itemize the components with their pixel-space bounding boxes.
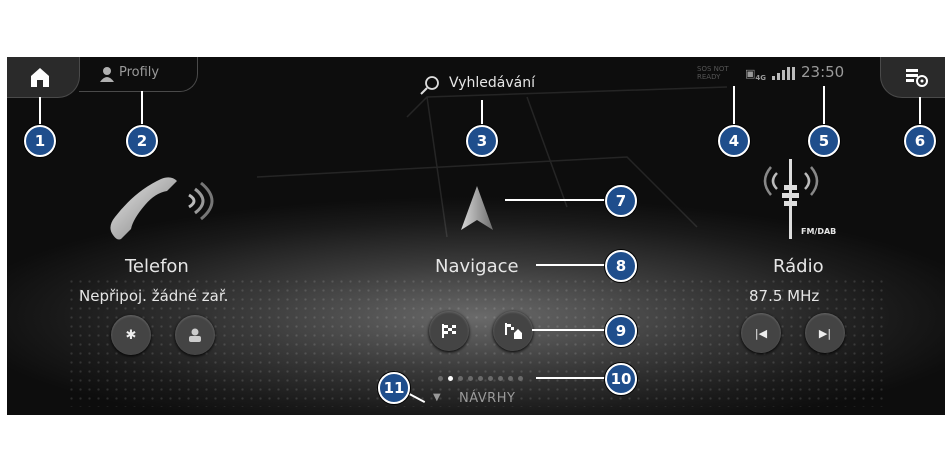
profile-icon (100, 67, 114, 82)
callout-1: 1 (24, 125, 56, 157)
callout-line (532, 329, 607, 331)
home-tab[interactable] (7, 57, 80, 98)
radio-title: Rádio (773, 256, 824, 277)
callout-4: 4 (718, 125, 750, 157)
profiles-label: Profily (119, 65, 160, 80)
page-dot (438, 376, 443, 381)
callout-10: 10 (605, 363, 637, 395)
clock: 23:50 (801, 63, 845, 81)
page-dot (458, 376, 463, 381)
previous-station-button[interactable]: |◀ (741, 313, 781, 353)
skip-back-icon: |◀ (754, 326, 768, 340)
callout-line (919, 97, 921, 127)
callout-line (823, 86, 825, 127)
page-dot-active (448, 376, 453, 381)
chevron-down-icon: ▼ (433, 392, 441, 403)
head-unit-screen: Profily Vyhledávání SOS NOT READY ▣4G 23:… (7, 57, 945, 415)
page-indicator[interactable] (438, 376, 523, 381)
phone-subtitle: Nepřipoj. žádné zař. (79, 287, 229, 305)
callout-11: 11 (378, 372, 410, 404)
settings-tab[interactable] (880, 57, 945, 98)
checkered-flag-icon (442, 324, 456, 338)
page-dot (478, 376, 483, 381)
callout-line (536, 377, 607, 379)
search-label: Vyhledávání (449, 75, 535, 91)
sos-status: SOS NOT READY (697, 65, 729, 81)
page-dot (518, 376, 523, 381)
callout-line (141, 91, 143, 127)
skip-forward-icon: ▶| (818, 326, 832, 340)
home-icon (31, 68, 49, 87)
page-dot (498, 376, 503, 381)
bluetooth-button[interactable]: ✱ (111, 315, 151, 355)
phone-title: Telefon (125, 256, 189, 277)
navigation-arrow-icon (461, 186, 493, 230)
page-dot (508, 376, 513, 381)
callout-6: 6 (904, 125, 936, 157)
page-dot (468, 376, 473, 381)
suggestions-label: NÁVRHY (459, 391, 516, 406)
suggestions-button[interactable]: ▼ NÁVRHY (433, 390, 533, 410)
callout-line (536, 264, 607, 266)
search-button[interactable]: Vyhledávání (419, 71, 569, 99)
bluetooth-icon: ✱ (125, 327, 137, 343)
page-dot (488, 376, 493, 381)
flag-home-icon (505, 323, 522, 339)
profiles-tab[interactable]: Profily (79, 57, 198, 92)
radio-frequency: 87.5 MHz (749, 287, 820, 305)
network-icon: ▣4G (745, 67, 767, 83)
callout-line (39, 97, 41, 127)
callout-3: 3 (466, 125, 498, 157)
callout-2: 2 (126, 125, 158, 157)
phone-handset-icon (110, 177, 214, 240)
navigate-home-button[interactable] (493, 311, 533, 351)
search-icon (420, 76, 439, 95)
vehicle-settings-icon (906, 69, 928, 87)
radio-band: FM/DAB (801, 227, 837, 236)
callout-5: 5 (808, 125, 840, 157)
destination-flag-button[interactable] (429, 311, 469, 351)
contacts-icon (189, 328, 201, 342)
navigation-title: Navigace (435, 256, 519, 277)
callout-line (481, 100, 483, 127)
signal-icon (772, 67, 795, 80)
next-station-button[interactable]: ▶| (805, 313, 845, 353)
callout-7: 7 (605, 185, 637, 217)
callout-line (733, 86, 735, 127)
callout-8: 8 (605, 250, 637, 282)
callout-9: 9 (605, 315, 637, 347)
contacts-button[interactable] (175, 315, 215, 355)
callout-line (505, 199, 607, 201)
